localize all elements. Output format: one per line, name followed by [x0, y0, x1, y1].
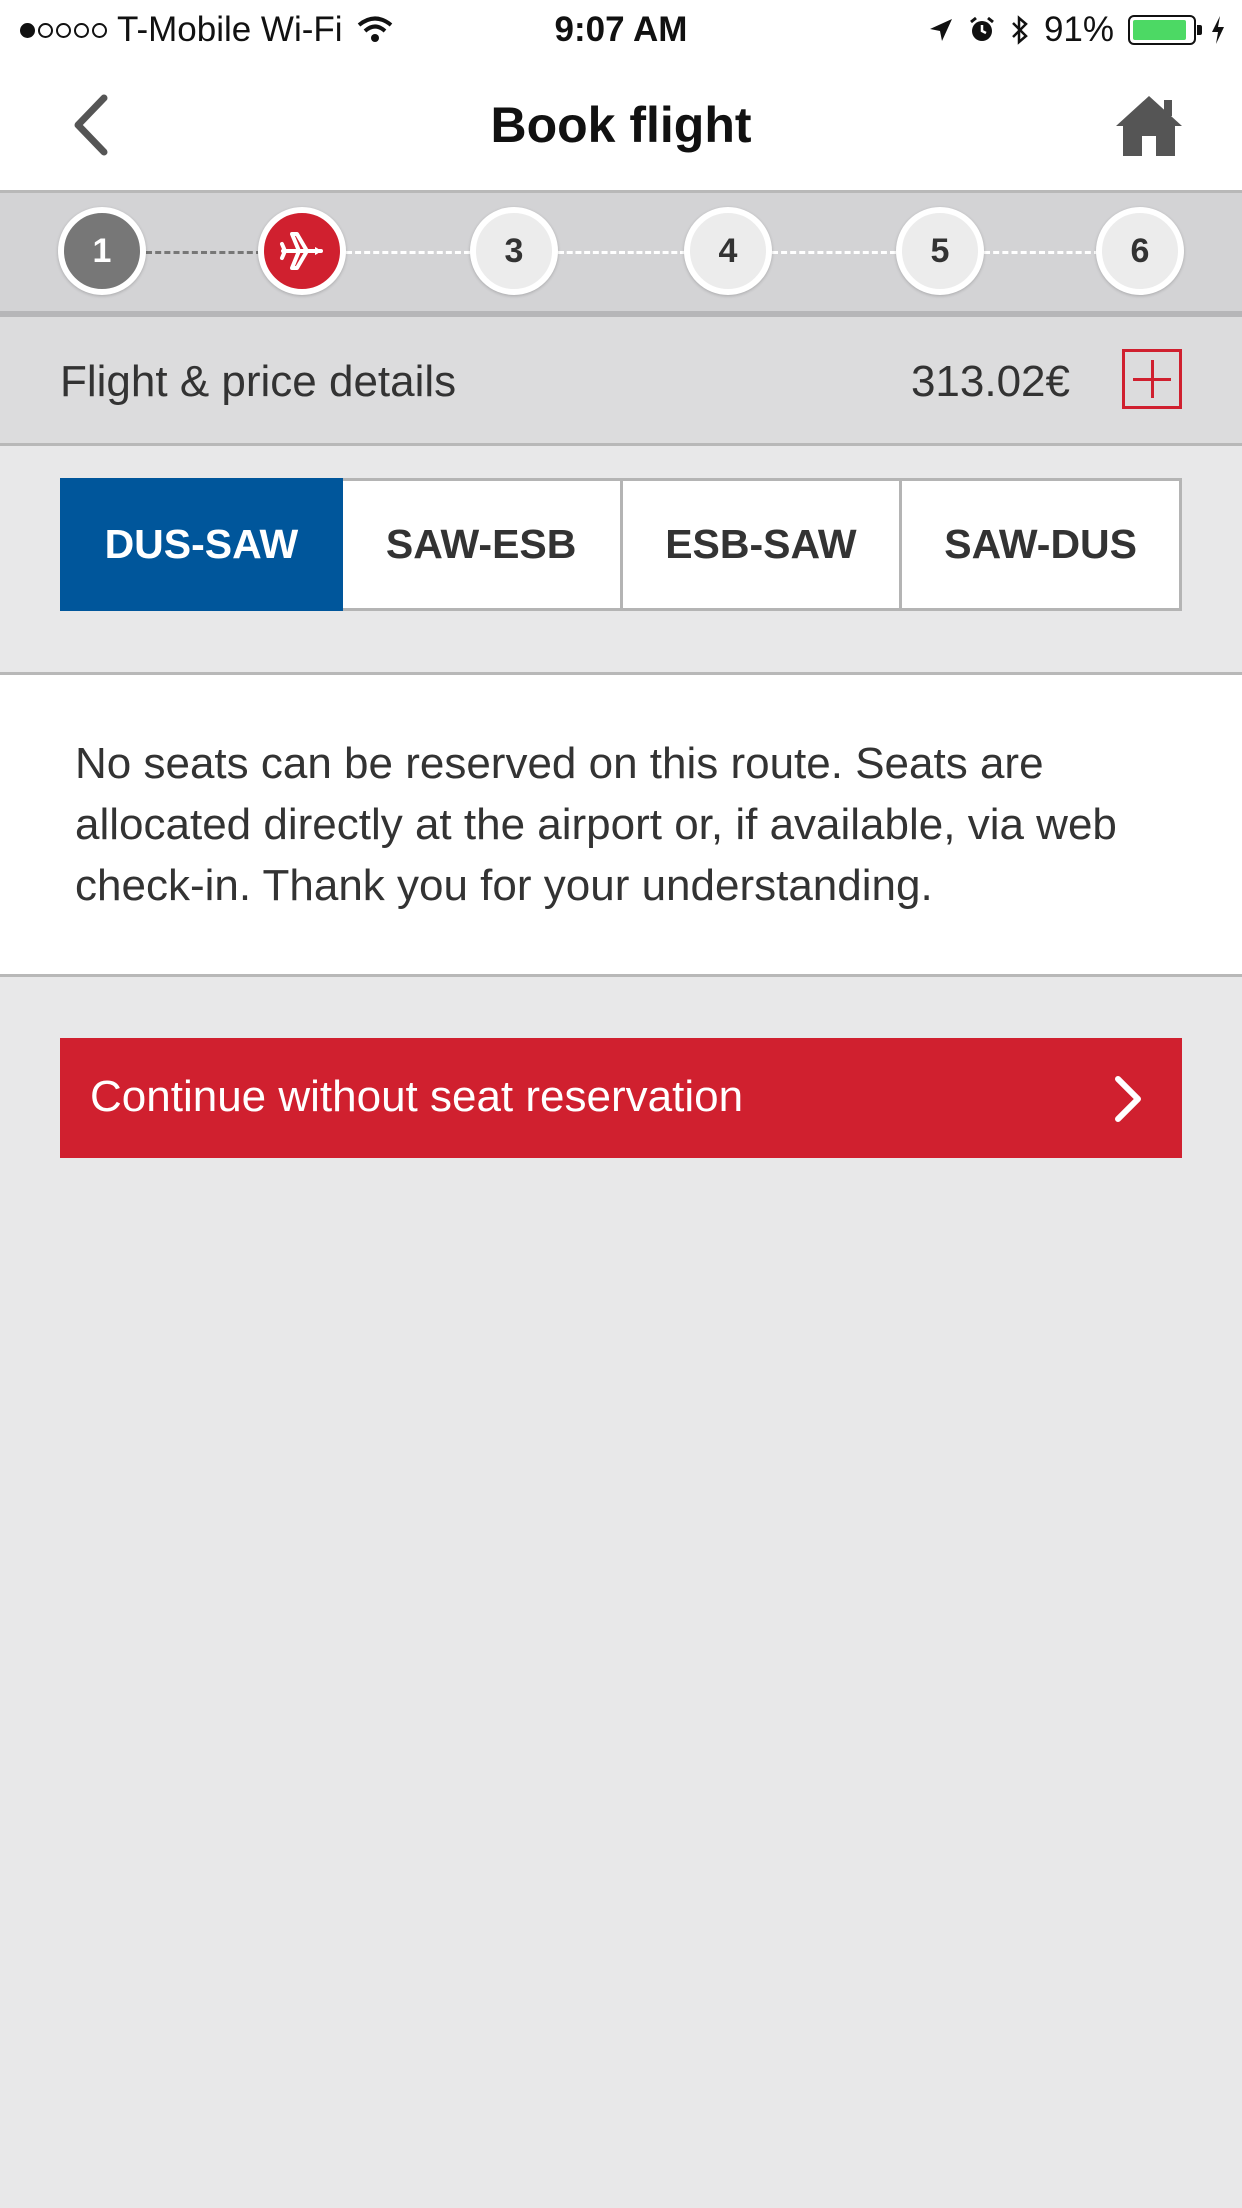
tab-saw-esb[interactable]: SAW-ESB [342, 478, 623, 611]
chevron-right-icon [1115, 1076, 1141, 1122]
flight-segment-tabs: DUS-SAW SAW-ESB ESB-SAW SAW-DUS [60, 478, 1182, 611]
step-connector [346, 251, 470, 254]
step-3: 3 [470, 207, 558, 295]
battery-level [1133, 20, 1186, 40]
tab-esb-saw[interactable]: ESB-SAW [622, 478, 903, 611]
step-1[interactable]: 1 [58, 207, 146, 295]
price-details-label: Flight & price details [60, 357, 457, 406]
home-icon[interactable] [1114, 92, 1184, 158]
tab-saw-dus[interactable]: SAW-DUS [902, 478, 1182, 611]
step-2-current [258, 207, 346, 295]
step-number: 3 [504, 231, 524, 270]
plus-icon[interactable] [1122, 349, 1182, 409]
step-5: 5 [896, 207, 984, 295]
step-6: 6 [1096, 207, 1184, 295]
flight-price-details[interactable]: Flight & price details 313.02€ [0, 317, 1242, 446]
tab-dus-saw[interactable]: DUS-SAW [60, 478, 343, 611]
location-arrow-icon [929, 19, 952, 41]
progress-steps: 1 3 4 5 6 [0, 193, 1242, 317]
bluetooth-icon [1012, 15, 1028, 45]
continue-button-label: Continue without seat reservation [90, 1072, 744, 1121]
step-connector [558, 251, 686, 254]
continue-without-seat-button[interactable]: Continue without seat reservation [60, 1038, 1182, 1158]
nav-bar: Book flight [0, 60, 1242, 193]
step-connector [984, 251, 1100, 254]
alarm-icon [970, 16, 994, 41]
status-bar: T-Mobile Wi-Fi 9:07 AM 91% [0, 0, 1242, 60]
battery-icon [1128, 15, 1202, 45]
seat-info-message: No seats can be reserved on this route. … [0, 675, 1242, 977]
step-connector [772, 251, 896, 254]
status-right: 91% [928, 10, 1226, 50]
step-4: 4 [684, 207, 772, 295]
step-number: 5 [930, 231, 950, 270]
airplane-icon [280, 232, 323, 270]
step-number: 4 [718, 231, 738, 270]
battery-percent: 91% [1043, 10, 1114, 49]
seat-info-text: No seats can be reserved on this route. … [75, 739, 1117, 910]
step-number: 6 [1130, 231, 1150, 270]
page-title: Book flight [490, 97, 752, 153]
charging-bolt-icon [1212, 16, 1224, 44]
step-number: 1 [92, 231, 112, 270]
total-price: 313.02€ [910, 357, 1070, 406]
step-connector [146, 251, 262, 254]
